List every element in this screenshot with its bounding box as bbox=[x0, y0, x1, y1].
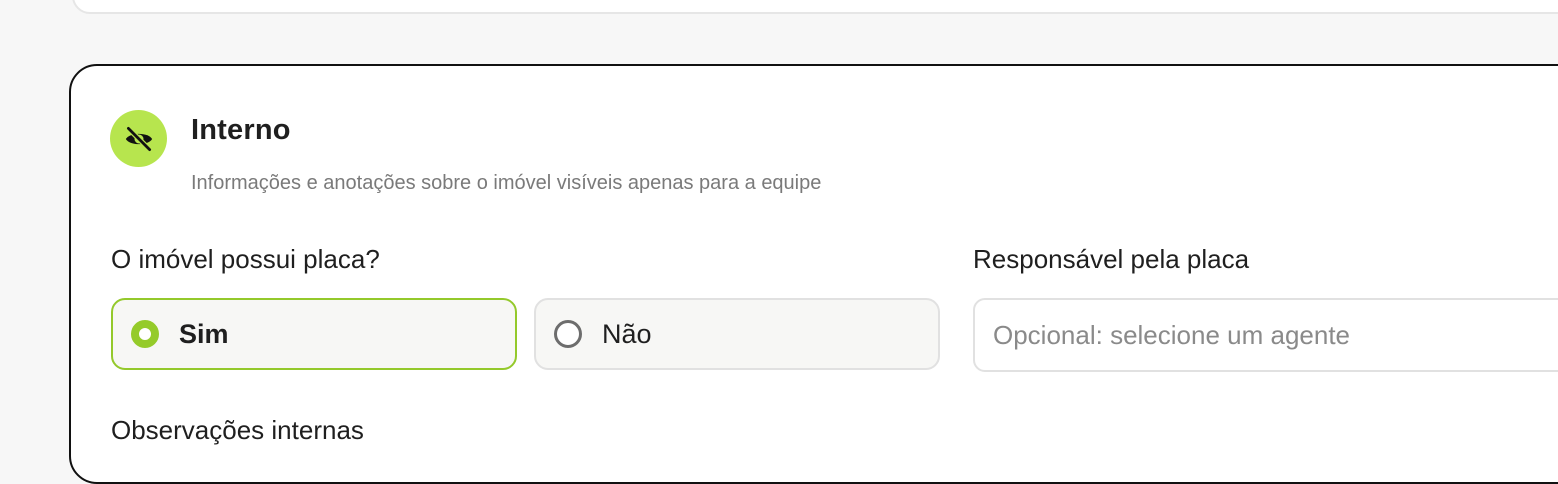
radio-option-label: Sim bbox=[179, 318, 229, 349]
radio-option-nao[interactable]: Não bbox=[534, 298, 940, 370]
radio-selected-icon bbox=[131, 320, 159, 348]
responsavel-label: Responsável pela placa bbox=[973, 244, 1250, 274]
agent-select-input[interactable]: Opcional: selecione um agente bbox=[973, 298, 1558, 372]
radio-unselected-icon bbox=[554, 320, 582, 348]
section-title: Interno bbox=[191, 114, 291, 146]
eye-off-icon bbox=[125, 125, 152, 152]
observacoes-label: Observações internas bbox=[111, 415, 364, 445]
section-subtitle: Informações e anotações sobre o imóvel v… bbox=[191, 172, 822, 194]
placa-question-label: O imóvel possui placa? bbox=[111, 244, 380, 274]
radio-option-sim[interactable]: Sim bbox=[111, 298, 517, 370]
previous-section-card bbox=[72, 0, 1558, 14]
radio-option-label: Não bbox=[602, 318, 652, 349]
section-icon-badge bbox=[110, 110, 167, 167]
agent-select-placeholder: Opcional: selecione um agente bbox=[993, 319, 1351, 350]
